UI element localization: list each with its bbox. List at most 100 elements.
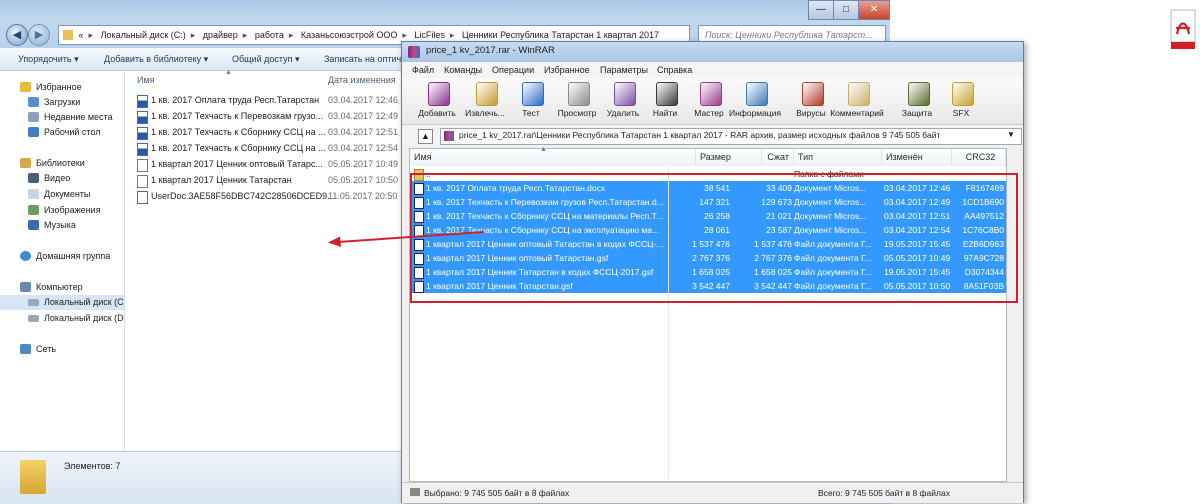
drive-icon xyxy=(410,488,420,496)
downloads-icon xyxy=(28,97,39,107)
nav-favorites[interactable]: Избранное xyxy=(0,80,124,95)
breadcrumb: «▸ Локальный диск (C:) ▸ драйвер ▸ работа ▸… xyxy=(78,30,659,40)
sfx-icon xyxy=(952,82,974,106)
menu-commands[interactable]: Команды xyxy=(444,62,482,78)
nav-downloads[interactable]: Загрузки xyxy=(0,95,124,110)
file-name: 1 квартал 2017 Ценник Татарстан xyxy=(151,175,292,185)
desktop-area xyxy=(1022,41,1200,503)
nav-drive-d[interactable]: Локальный диск (D xyxy=(0,311,124,326)
back-button[interactable]: ◀ xyxy=(6,24,28,46)
rar-archive-icon xyxy=(444,131,454,141)
protect-icon xyxy=(908,82,930,106)
breadcrumb-current[interactable]: Ценники Республика Татарстан 1 квартал 2… xyxy=(462,30,659,40)
file-name: UserDoc.3AE58F56DBC742C28506DCED9... xyxy=(151,191,333,201)
folder-icon xyxy=(20,460,46,494)
file-row[interactable]: 1 квартал 2017 Ценник оптовый Татарс... 0… xyxy=(135,156,405,172)
column-date[interactable]: Дата изменения xyxy=(328,71,396,89)
breadcrumb-licfiles[interactable]: LicFiles xyxy=(414,30,445,40)
nav-computer[interactable]: Компьютер xyxy=(0,280,124,295)
menu-favorites[interactable]: Избранное xyxy=(544,62,590,78)
file-row[interactable]: UserDoc.3AE58F56DBC742C28506DCED9... 11.0… xyxy=(135,188,405,204)
window-title: price_1 kv_2017.rar - WinRAR xyxy=(426,45,555,56)
column-packed[interactable]: Сжат xyxy=(762,149,794,166)
column-name[interactable]: Имя xyxy=(410,149,696,166)
drive-icon xyxy=(28,315,39,322)
menu-options[interactable]: Параметры xyxy=(600,62,648,78)
nav-libraries[interactable]: Библиотеки xyxy=(0,156,124,171)
nav-music[interactable]: Музыка xyxy=(0,218,124,233)
file-name: 1 квартал 2017 Ценник оптовый Татарс... xyxy=(151,159,323,169)
toolbar-button-7[interactable]: Информация xyxy=(729,80,781,122)
folder-icon xyxy=(63,30,73,40)
nav-network[interactable]: Сеть xyxy=(0,342,124,357)
file-date: 11.05.2017 20:50 xyxy=(328,191,398,201)
minimize-button[interactable]: — xyxy=(808,0,834,20)
toolbar-label: Информация xyxy=(728,108,782,118)
virus-icon xyxy=(802,82,824,106)
pdf-file-icon[interactable] xyxy=(1168,8,1198,52)
video-icon xyxy=(28,173,39,183)
view-icon xyxy=(568,82,590,106)
path-bar: ▲ price_1 kv_2017.rar\Ценники Республика… xyxy=(402,126,1023,146)
breadcrumb-driver[interactable]: драйвер xyxy=(203,30,238,40)
wizard-icon xyxy=(700,82,722,106)
file-row[interactable]: 1 кв. 2017 Техчасть к Перевозкам грузо..… xyxy=(135,108,405,124)
file-name: 1 кв. 2017 Оплата труда Респ.Татарстан xyxy=(151,95,320,105)
breadcrumb-company[interactable]: Казаньсоюзстрой ООО xyxy=(301,30,397,40)
file-date: 03.04.2017 12:54 xyxy=(328,143,399,153)
column-crc[interactable]: CRC32 xyxy=(952,149,1006,166)
menu-help[interactable]: Справка xyxy=(657,62,692,78)
forward-button[interactable]: ▶ xyxy=(28,24,50,46)
file-row[interactable]: 1 кв. 2017 Техчасть к Сборнику ССЦ на ..… xyxy=(135,140,405,156)
toolbar-button-0[interactable]: Добавить xyxy=(414,80,460,122)
file-date: 03.04.2017 12:51 xyxy=(328,127,399,137)
up-folder-button[interactable]: ▲ xyxy=(418,129,433,144)
search-placeholder: Поиск: Ценники Республика Татарст... xyxy=(705,30,873,40)
column-modified[interactable]: Изменён xyxy=(882,149,952,166)
column-type[interactable]: Тип xyxy=(794,149,882,166)
annotation-box xyxy=(410,173,1018,303)
find-icon xyxy=(656,82,678,106)
nav-recent[interactable]: Недавние места xyxy=(0,110,124,125)
nav-drive-c[interactable]: Локальный диск (C xyxy=(0,295,124,310)
star-icon xyxy=(20,82,31,92)
nav-homegroup[interactable]: Домашняя группа xyxy=(0,249,124,264)
column-size[interactable]: Размер xyxy=(696,149,762,166)
file-row[interactable]: 1 квартал 2017 Ценник Татарстан 05.05.201… xyxy=(135,172,405,188)
nav-images[interactable]: Изображения xyxy=(0,203,124,218)
file-name: 1 кв. 2017 Техчасть к Сборнику ССЦ на ..… xyxy=(151,127,326,137)
navigation-pane: Избранное Загрузки Недавние места Рабочи… xyxy=(0,71,125,451)
nav-documents[interactable]: Документы xyxy=(0,187,124,202)
menu-operations[interactable]: Операции xyxy=(492,62,534,78)
menu-file[interactable]: Файл xyxy=(412,62,434,78)
homegroup-icon xyxy=(20,251,31,261)
desktop-icon xyxy=(28,127,39,137)
file-row[interactable]: 1 кв. 2017 Оплата труда Респ.Татарстан 03… xyxy=(135,92,405,108)
item-count: Элементов: 7 xyxy=(64,461,121,471)
file-date: 03.04.2017 12:46 xyxy=(328,95,399,105)
file-name: 1 кв. 2017 Техчасть к Перевозкам грузо..… xyxy=(151,111,324,121)
column-name[interactable]: Имя xyxy=(137,71,155,89)
file-row[interactable]: 1 кв. 2017 Техчасть к Сборнику ССЦ на ..… xyxy=(135,124,405,140)
chevron-down-icon[interactable]: ▼ xyxy=(1007,130,1015,139)
comment-icon xyxy=(848,82,870,106)
selected-status: Выбрано: 9 745 505 байт в 8 файлах xyxy=(424,488,570,498)
images-icon xyxy=(28,205,39,215)
breadcrumb-drive-c[interactable]: Локальный диск (C:) xyxy=(101,30,186,40)
nav-desktop[interactable]: Рабочий стол xyxy=(0,125,124,140)
breadcrumb-work[interactable]: работа xyxy=(255,30,284,40)
organize-button[interactable]: Упорядочить ▾ xyxy=(18,48,79,70)
maximize-button[interactable]: □ xyxy=(833,0,859,20)
add-archive-icon xyxy=(428,82,450,106)
add-to-library-button[interactable]: Добавить в библиотеку ▾ xyxy=(104,48,208,70)
word-document-icon xyxy=(137,111,148,124)
close-button[interactable]: ✕ xyxy=(858,0,890,20)
burn-button[interactable]: Записать на оптич xyxy=(324,48,401,70)
path-field[interactable]: price_1 kv_2017.rar\Ценники Республика Т… xyxy=(440,128,1022,145)
toolbar-button-9[interactable]: Комментарий xyxy=(830,80,884,122)
share-button[interactable]: Общий доступ ▾ xyxy=(232,48,300,70)
breadcrumb-overflow[interactable]: « xyxy=(79,30,84,40)
toolbar-button-11[interactable]: SFX xyxy=(938,80,984,122)
nav-video[interactable]: Видео xyxy=(0,171,124,186)
recent-places-icon xyxy=(28,112,39,122)
